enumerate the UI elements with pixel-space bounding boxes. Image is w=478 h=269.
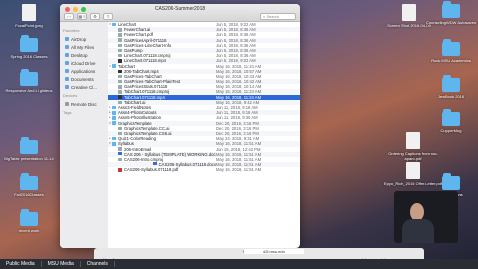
folder-icon: [112, 116, 116, 120]
file-list: ▾ LineChart Jun 5, 2018, 9:22 AM FewerChart…: [108, 22, 300, 248]
file-icon: [118, 74, 122, 79]
video-file-icon: [118, 69, 122, 74]
folder-icon: [112, 22, 116, 27]
finder-toolbar: ‹ › ▦ ≡ ⚙ ⇪ ⌕ Search: [64, 13, 296, 20]
file-icon: [118, 85, 122, 89]
file-name-cell: CAS206-Syllabus.071118.pdf: [108, 167, 216, 172]
address-bar[interactable]: d2l.msu.edu: [244, 249, 304, 254]
word-doc-icon: [118, 151, 122, 156]
folder-icon: [442, 75, 460, 92]
folder-icon: [112, 64, 116, 68]
file-icon: [118, 43, 122, 48]
sidebar-item[interactable]: iCloud Drive: [60, 59, 108, 67]
file-row[interactable]: CAS206-Syllabus.071118.pdf May 16, 2018, …: [108, 167, 300, 172]
sidebar-section-tags: Tags: [63, 110, 72, 115]
share-button[interactable]: ⇪: [103, 13, 113, 20]
sidebar-section-favorites: Favorites: [63, 28, 80, 33]
sidebar-item-icon: [65, 61, 69, 65]
word-doc-icon: [152, 162, 157, 166]
folder-icon: [20, 173, 38, 190]
desktop-icon[interactable]: CupperMug: [422, 109, 478, 133]
sidebar-item-icon: [65, 85, 69, 89]
sidebar-item[interactable]: Remote Disc: [60, 100, 108, 108]
desktop-icon[interactable]: BigTable presentation 11-14: [0, 137, 58, 161]
folder-icon: [20, 209, 38, 226]
sidebar-item-icon: [65, 77, 69, 81]
desktop-icon[interactable]: Rock MSU Academics: [422, 39, 478, 63]
finder-titlebar: CAS206-Summer2018 ‹ › ▦ ≡ ⚙ ⇪ ⌕ Search: [60, 4, 300, 22]
mediaspace-nav-bar: Public Media MSU Media Channels: [0, 259, 478, 269]
file-icon: [118, 100, 122, 105]
desktop-icon[interactable]: JewBook 2016: [422, 75, 478, 99]
sidebar-item-icon: [65, 69, 69, 73]
file-icon: [118, 28, 122, 32]
presenter-body: [402, 219, 434, 243]
back-forward-button[interactable]: ‹ ›: [64, 13, 74, 20]
pdf-file-icon: [406, 162, 420, 179]
folder-icon: [20, 69, 38, 86]
file-icon: [118, 33, 122, 37]
search-input[interactable]: ⌕ Search: [260, 13, 296, 20]
disc-icon: [65, 102, 69, 106]
webcam-overlay: [394, 191, 458, 243]
desktop-icon[interactable]: Responsive And Li glideus: [0, 69, 58, 93]
file-icon: [118, 53, 122, 58]
folder-icon: [442, 109, 460, 126]
pdf-file-icon: [118, 168, 122, 172]
file-icon: [118, 131, 122, 136]
nav-link[interactable]: MSU Media: [42, 261, 81, 267]
image-file-icon: [22, 4, 36, 21]
finder-sidebar: Favorites AirDrop All My Files Desktop iClo…: [60, 22, 108, 248]
arrange-button[interactable]: ⚙: [90, 13, 100, 20]
pdf-file-icon: [406, 132, 420, 149]
folder-icon: [20, 35, 38, 52]
finder-window: CAS206-Summer2018 ‹ › ▦ ≡ ⚙ ⇪ ⌕ Search F…: [60, 4, 300, 248]
desktop-icon[interactable]: Ordering Captions from rac-aparo.pdf: [384, 132, 442, 161]
window-title: CAS206-Summer2018: [154, 6, 206, 12]
video-file-icon: [118, 59, 122, 63]
file-date-cell: May 16, 2018, 11:51 AM: [216, 167, 262, 173]
file-icon: [118, 90, 122, 94]
folder-icon: [20, 137, 38, 154]
sidebar-item-icon: [65, 45, 69, 49]
file-icon: [118, 126, 122, 131]
file-icon: [118, 147, 122, 151]
desktop-icon[interactable]: Spring 2016 Classes: [0, 35, 58, 59]
file-icon: [118, 157, 122, 162]
sidebar-section-devices: Devices: [63, 93, 78, 98]
sidebar-item[interactable]: Creative Cl...: [60, 83, 108, 91]
sidebar-item[interactable]: AirDrop: [60, 35, 108, 43]
view-mode-button[interactable]: ▦ ≡: [77, 13, 87, 20]
folder-icon: [112, 121, 116, 125]
folder-icon: [442, 39, 460, 56]
folder-icon: [112, 105, 116, 110]
desktop-icon[interactable]: CounselingWDW Autosaves: [422, 1, 478, 25]
file-icon: [118, 79, 122, 84]
file-icon: [118, 48, 122, 53]
desktop-icon[interactable]: FocalPoint.jpeg: [0, 4, 58, 28]
folder-icon: [112, 142, 116, 146]
desktop-icon[interactable]: Fall2016Classes: [0, 173, 58, 197]
image-file-icon: [402, 4, 416, 21]
folder-icon: [112, 136, 116, 141]
folder-icon: [442, 173, 460, 190]
nav-link[interactable]: Channels: [81, 261, 115, 267]
sidebar-item[interactable]: Desktop: [60, 51, 108, 59]
file-icon: [118, 38, 122, 42]
sidebar-item-icon: [65, 53, 69, 57]
folder-icon: [112, 111, 116, 115]
sidebar-item[interactable]: Documents: [60, 75, 108, 83]
sidebar-item-icon: [65, 37, 69, 41]
folder-icon: [442, 1, 460, 18]
video-file-icon: [118, 95, 122, 99]
sidebar-item[interactable]: Applications: [60, 67, 108, 75]
desktop-icon[interactable]: recent work: [0, 209, 58, 233]
sidebar-item[interactable]: All My Files: [60, 43, 108, 51]
nav-link[interactable]: Public Media: [0, 261, 42, 267]
